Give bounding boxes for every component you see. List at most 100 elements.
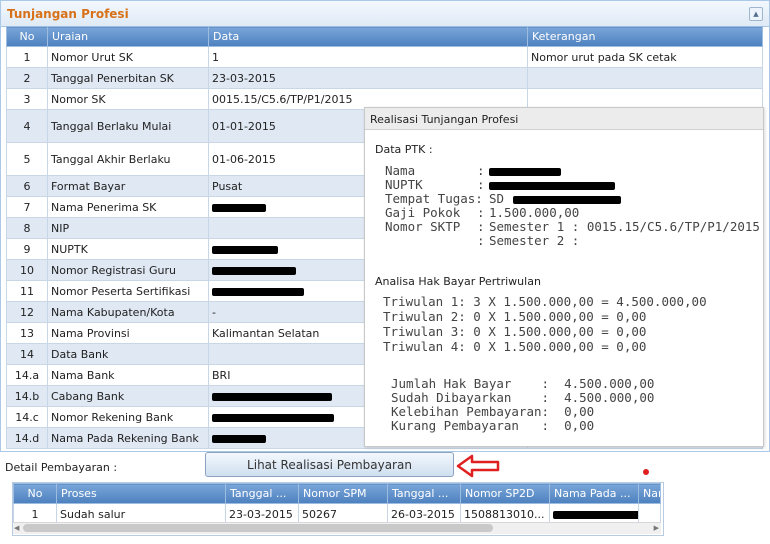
redacted-tempat-tugas — [513, 196, 621, 204]
data-ptk-label: Data PTK : — [375, 143, 433, 156]
panel-title: Tunjangan Profesi — [7, 6, 129, 21]
cell-uraian: Tanggal Berlaku Mulai — [47, 109, 209, 143]
field-nuptk-sep: : — [477, 177, 485, 192]
detail-header-nomor-sp2d[interactable]: Nomor SP2D — [460, 483, 550, 504]
cell-uraian: Nomor SK — [47, 88, 209, 110]
cell-uraian: Nama Penerima SK — [47, 196, 209, 218]
cell-no: 14 — [6, 343, 48, 365]
cell-uraian: Nama Kabupaten/Kota — [47, 301, 209, 323]
triwulan-1: Triwulan 1: 3 X 1.500.000,00 = 4.500.000… — [383, 294, 707, 309]
cell-keterangan: Nomor urut pada SK cetak — [527, 46, 763, 68]
cell-no: 14.d — [6, 427, 48, 449]
cell-uraian: Data Bank — [47, 343, 209, 365]
detail-header-nomor-spm[interactable]: Nomor SPM — [298, 483, 388, 504]
column-header-data[interactable]: Data — [208, 26, 528, 47]
scrollbar-thumb[interactable] — [23, 524, 493, 532]
cell-uraian: Nama Bank — [47, 364, 209, 386]
redacted-value — [212, 392, 332, 401]
redacted-value — [212, 413, 334, 422]
cell-no: 12 — [6, 301, 48, 323]
red-arrow-icon — [456, 454, 500, 478]
field-tempat-tugas-value: SD — [489, 191, 505, 206]
cell-no: 3 — [6, 88, 48, 110]
cell-uraian: NUPTK — [47, 238, 209, 260]
cell-no: 4 — [6, 109, 48, 143]
cell-uraian: Nomor Rekening Bank — [47, 406, 209, 428]
field-nama-label: Nama — [385, 163, 416, 178]
popup-title: Realisasi Tunjangan Profesi — [365, 108, 763, 130]
cell-uraian: Nama Provinsi — [47, 322, 209, 344]
triwulan-4: Triwulan 4: 0 X 1.500.000,00 = 0,00 — [383, 339, 647, 354]
cell-uraian: Nomor Urut SK — [47, 46, 209, 68]
field-tempat-tugas-label: Tempat Tugas: — [385, 191, 483, 206]
summary-kurang: Kurang Pembayaran : 0,00 — [391, 418, 595, 433]
lihat-realisasi-button[interactable]: Lihat Realisasi Pembayaran — [205, 452, 454, 477]
cell-no: 9 — [6, 238, 48, 260]
analisa-label: Analisa Hak Bayar Pertriwulan — [375, 275, 541, 288]
cell-no: 11 — [6, 280, 48, 302]
redacted-nama — [489, 168, 561, 176]
detail-header-no[interactable]: No — [13, 483, 57, 504]
cell-no: 10 — [6, 259, 48, 281]
collapse-icon[interactable]: ▲ — [749, 6, 763, 21]
triwulan-3: Triwulan 3: 0 X 1.500.000,00 = 0,00 — [383, 324, 647, 339]
scroll-left-icon[interactable]: ◀ — [14, 524, 19, 532]
cell-uraian: Nomor Registrasi Guru — [47, 259, 209, 281]
table-row[interactable]: 2 Tanggal Penerbitan SK 23-03-2015 — [6, 67, 763, 89]
cell-uraian: Nomor Peserta Sertifikasi — [47, 280, 209, 302]
detail-header-nama-2[interactable]: Nama Pada ... — [638, 483, 661, 504]
column-header-no[interactable]: No — [6, 26, 48, 47]
redacted-value — [212, 245, 278, 254]
column-header-keterangan[interactable]: Keterangan — [527, 26, 763, 47]
redacted-value — [212, 203, 266, 212]
cell-no: 2 — [6, 67, 48, 89]
field-gaji-value: 1.500.000,00 — [489, 205, 580, 220]
redacted-nuptk — [489, 182, 615, 190]
cell-no: 6 — [6, 175, 48, 197]
cell-keterangan — [527, 67, 763, 89]
field-sktp2-sep: : — [477, 233, 485, 248]
field-nama-sep: : — [477, 163, 485, 178]
summary-kelebihan: Kelebihan Pembayaran: 0,00 — [391, 404, 595, 419]
cell-uraian: Nama Pada Rekening Bank — [47, 427, 209, 449]
cell-data: 23-03-2015 — [208, 67, 528, 89]
detail-header-tanggal-2[interactable]: Tanggal ... — [387, 483, 461, 504]
cell-no: 7 — [6, 196, 48, 218]
cell-uraian: Format Bayar — [47, 175, 209, 197]
field-sktp2-value: Semester 2 : — [489, 233, 580, 248]
detail-pembayaran-label: Detail Pembayaran : — [5, 461, 118, 474]
redacted-value — [212, 287, 304, 296]
cell-no: 14.a — [6, 364, 48, 386]
cell-no: 8 — [6, 217, 48, 239]
cell-no: 14.b — [6, 385, 48, 407]
table-row[interactable]: 1 Nomor Urut SK 1 Nomor urut pada SK cetak — [6, 46, 763, 68]
detail-header-tanggal-1[interactable]: Tanggal ... — [225, 483, 299, 504]
field-sktp-label: Nomor SKTP — [385, 219, 461, 234]
cell-no: 5 — [6, 142, 48, 176]
redacted-nama-rekening — [553, 510, 638, 519]
field-nuptk-label: NUPTK — [385, 177, 423, 192]
horizontal-scrollbar[interactable]: ◀ ▶ — [13, 522, 661, 534]
redacted-value — [212, 266, 296, 275]
cell-uraian: Tanggal Penerbitan SK — [47, 67, 209, 89]
summary-sudah-dibayarkan: Sudah Dibayarkan : 4.500.000,00 — [391, 390, 655, 405]
detail-header-nama-1[interactable]: Nama Pada ... — [549, 483, 639, 504]
field-sktp-value: Semester 1 : 0015.15/C5.6/TP/P1/2015 — [489, 219, 760, 234]
field-gaji-sep: : — [477, 205, 485, 220]
cell-no: 13 — [6, 322, 48, 344]
scroll-right-icon[interactable]: ▶ — [654, 524, 659, 532]
cell-no: 14.c — [6, 406, 48, 428]
cell-uraian: NIP — [47, 217, 209, 239]
detail-header-proses[interactable]: Proses — [56, 483, 226, 504]
field-sktp-sep: : — [477, 219, 485, 234]
summary-jumlah-hak-bayar: Jumlah Hak Bayar : 4.500.000,00 — [391, 376, 655, 391]
triwulan-2: Triwulan 2: 0 X 1.500.000,00 = 0,00 — [383, 309, 647, 324]
panel-header: Tunjangan Profesi ▲ — [1, 1, 769, 27]
redacted-value — [212, 434, 266, 443]
cell-uraian: Cabang Bank — [47, 385, 209, 407]
cell-data: 1 — [208, 46, 528, 68]
cell-uraian: Tanggal Akhir Berlaku — [47, 142, 209, 176]
detail-pembayaran-table: No Proses Tanggal ... Nomor SPM Tanggal … — [13, 483, 661, 525]
column-header-uraian[interactable]: Uraian — [47, 26, 209, 47]
field-gaji-label: Gaji Pokok — [385, 205, 461, 220]
